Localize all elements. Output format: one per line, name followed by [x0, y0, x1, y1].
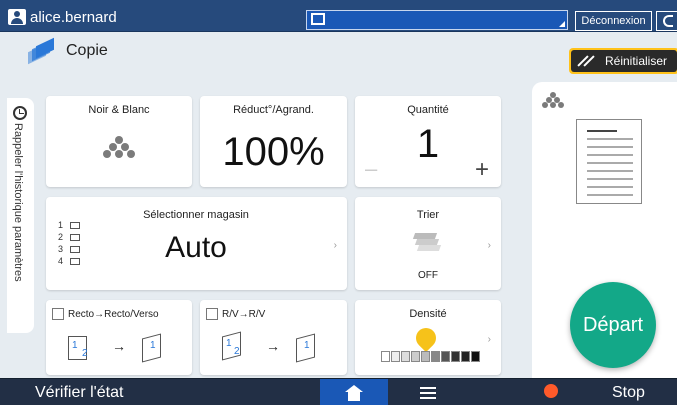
reset-icon	[579, 55, 593, 67]
menu-icon[interactable]	[420, 387, 436, 399]
status-bar[interactable]	[306, 10, 568, 30]
reset-button[interactable]: Réinitialiser	[569, 48, 677, 74]
app-title: Copie	[66, 42, 108, 59]
zoom-label: Réduct°/Agrand.	[233, 104, 314, 116]
density-card[interactable]: Densité ›	[355, 300, 501, 375]
user-info: alice.bernard	[8, 8, 117, 26]
tray-2-label: 2	[58, 232, 64, 242]
chevron-right-icon: ›	[487, 333, 491, 345]
start-button[interactable]: Départ	[570, 282, 656, 368]
stop-icon[interactable]	[544, 384, 558, 398]
check-status-button[interactable]: Vérifier l'état	[35, 384, 123, 402]
rv-checkbox[interactable]	[206, 308, 218, 320]
zoom-card[interactable]: Réduct°/Agrand. 100%	[200, 96, 347, 187]
black-white-icon	[542, 92, 574, 114]
zoom-value: 100%	[222, 130, 325, 174]
density-slider-knob[interactable]	[411, 323, 441, 353]
density-scale	[381, 351, 481, 362]
history-label: Rappeler l'historique paramètres	[12, 123, 24, 282]
clock-icon	[13, 106, 27, 120]
color-mode-card[interactable]: Noir & Blanc	[46, 96, 192, 187]
tray-label: Sélectionner magasin	[143, 209, 249, 221]
sort-card[interactable]: Trier OFF ›	[355, 197, 501, 290]
user-name: alice.bernard	[30, 8, 117, 26]
chevron-right-icon: ›	[333, 239, 337, 251]
sort-label: Trier	[416, 209, 440, 221]
preview-page	[576, 119, 642, 204]
density-label: Densité	[409, 308, 447, 320]
black-white-icon	[103, 136, 135, 158]
duplex-card[interactable]: Recto→Recto/Verso 1 2 → 1	[46, 300, 192, 375]
night-mode-button[interactable]	[656, 11, 677, 31]
duplex-checkbox[interactable]	[52, 308, 64, 320]
copy-app-icon	[26, 37, 54, 65]
tray-3-label: 3	[58, 244, 64, 254]
tray-4-label: 4	[58, 256, 64, 266]
tray-diagram: 1 2 3 4	[58, 220, 114, 266]
page-number: 2	[234, 346, 240, 357]
moon-icon	[663, 15, 673, 27]
rv-label: R/V→R/V	[222, 308, 266, 320]
user-icon	[8, 9, 26, 25]
sort-value: OFF	[418, 270, 438, 281]
arrow-icon: →	[266, 338, 280, 354]
duplex-label: Recto→Recto/Verso	[68, 308, 159, 320]
arrow-icon: →	[112, 338, 126, 354]
quantity-card[interactable]: Quantité 1 – +	[355, 96, 501, 187]
page-number: 1	[150, 340, 156, 351]
quantity-increase-button[interactable]: +	[475, 156, 489, 184]
quantity-decrease-button[interactable]: –	[365, 156, 377, 182]
copy-app: Copie Réinitialiser Rappeler l'historiqu…	[0, 32, 677, 382]
page-number: 1	[72, 340, 78, 351]
expand-corner-icon	[559, 21, 565, 27]
sort-stack-icon	[412, 233, 442, 253]
tray-value: Auto	[165, 231, 227, 264]
bottom-bar: Vérifier l'état Stop	[0, 378, 677, 405]
page-number: 2	[82, 348, 88, 359]
status-icon	[311, 13, 325, 25]
quantity-label: Quantité	[407, 104, 449, 116]
app-header: Copie	[26, 37, 108, 65]
color-mode-label: Noir & Blanc	[88, 104, 150, 116]
tray-card[interactable]: 1 2 3 4 Sélectionner magasin Auto ›	[46, 197, 347, 290]
stop-button[interactable]: Stop	[612, 384, 645, 402]
chevron-right-icon: ›	[487, 239, 491, 251]
page-number: 1	[304, 340, 310, 351]
top-bar: alice.bernard Déconnexion	[0, 0, 677, 32]
history-tab[interactable]: Rappeler l'historique paramètres	[7, 98, 34, 333]
home-icon	[344, 384, 364, 401]
home-button[interactable]	[320, 379, 388, 405]
page-number: 1	[226, 338, 232, 349]
rv-card[interactable]: R/V→R/V 1 2 → 1	[200, 300, 347, 375]
tray-1-label: 1	[58, 220, 64, 230]
logout-button[interactable]: Déconnexion	[575, 11, 652, 31]
reset-label: Réinitialiser	[605, 54, 668, 68]
